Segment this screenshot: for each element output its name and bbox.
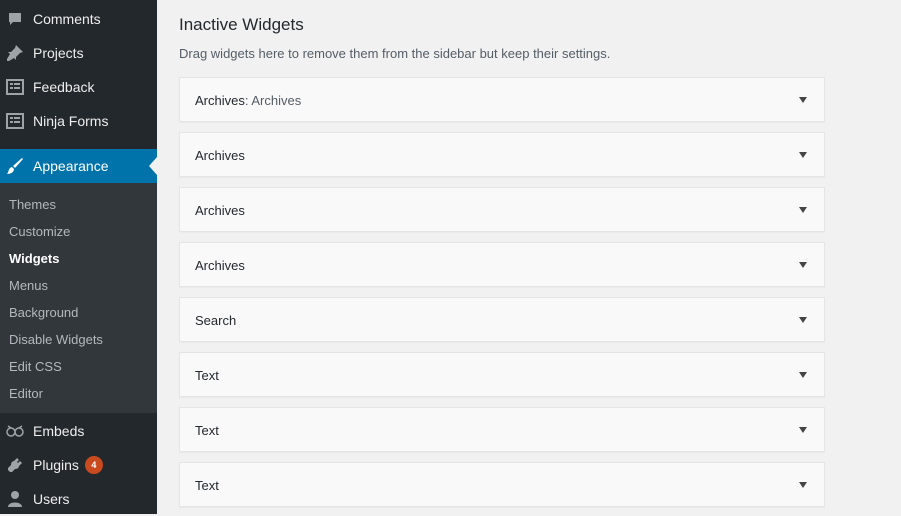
widget-item[interactable]: Archives [179, 242, 825, 287]
menu-item-label: Projects [33, 45, 84, 61]
plugins-update-count-badge: 4 [84, 456, 103, 474]
form-list-icon [5, 111, 25, 131]
user-icon [5, 489, 25, 509]
menu-item-label: Embeds [33, 423, 85, 439]
appearance-submenu: Themes Customize Widgets Menus Backgroun… [0, 183, 157, 413]
widget-toggle-arrow-icon[interactable] [799, 427, 807, 433]
widget-toggle-arrow-icon[interactable] [799, 152, 807, 158]
form-list-icon [5, 77, 25, 97]
widget-item[interactable]: Search [179, 297, 825, 342]
widget-item[interactable]: Text [179, 407, 825, 452]
menu-item-label: Appearance [33, 158, 109, 174]
menu-item-users[interactable]: Users [0, 482, 157, 516]
menu-item-label: Plugins [33, 457, 79, 473]
widget-toggle-arrow-icon[interactable] [799, 482, 807, 488]
widget-item[interactable]: Text [179, 352, 825, 397]
widget-toggle-arrow-icon[interactable] [799, 97, 807, 103]
widget-toggle-arrow-icon[interactable] [799, 372, 807, 378]
menu-item-appearance[interactable]: Appearance [0, 149, 157, 183]
widget-title: Archives [195, 258, 245, 273]
widget-toggle-arrow-icon[interactable] [799, 207, 807, 213]
widget-title: Text [195, 423, 219, 438]
submenu-item-widgets[interactable]: Widgets [9, 251, 59, 266]
menu-item-label: Feedback [33, 79, 95, 95]
comment-bubble-icon [5, 9, 25, 29]
menu-item-ninja-forms[interactable]: Ninja Forms [0, 104, 157, 138]
widget-title: Archives [195, 148, 245, 163]
menu-item-projects[interactable]: Projects [0, 36, 157, 70]
submenu-item-edit-css[interactable]: Edit CSS [9, 359, 62, 374]
submenu-item-disable-widgets[interactable]: Disable Widgets [9, 332, 103, 347]
menu-item-label: Comments [33, 11, 101, 27]
widget-title: Text [195, 478, 219, 493]
menu-item-feedback[interactable]: Feedback [0, 70, 157, 104]
widget-title: Search [195, 313, 237, 328]
widget-item[interactable]: Archives [179, 187, 825, 232]
menu-item-comments[interactable]: Comments [0, 2, 157, 36]
submenu-item-background[interactable]: Background [9, 305, 78, 320]
widget-item[interactable]: Text [179, 462, 825, 507]
inactive-widgets-title: Inactive Widgets [179, 15, 304, 34]
menu-item-label: Ninja Forms [33, 113, 109, 129]
widget-title: Archives [195, 203, 245, 218]
menu-item-plugins[interactable]: Plugins 4 [0, 448, 157, 482]
menu-item-label: Users [33, 491, 70, 507]
submenu-item-customize[interactable]: Customize [9, 224, 70, 239]
widget-toggle-arrow-icon[interactable] [799, 317, 807, 323]
widget-item[interactable]: Archives: Archives [179, 77, 825, 122]
submenu-item-menus[interactable]: Menus [9, 278, 48, 293]
widget-title: Archives: Archives [195, 93, 302, 108]
inactive-widgets-description: Drag widgets here to remove them from th… [179, 46, 611, 61]
embed-chain-icon [5, 421, 25, 441]
pushpin-icon [5, 43, 25, 63]
submenu-item-editor[interactable]: Editor [9, 386, 43, 401]
paintbrush-icon [5, 156, 25, 176]
widget-instance-title: : Archives [244, 93, 302, 108]
widget-item[interactable]: Archives [179, 132, 825, 177]
menu-item-embeds[interactable]: Embeds [0, 414, 157, 448]
widget-title: Text [195, 368, 219, 383]
widgets-main-area: Inactive Widgets Drag widgets here to re… [157, 0, 901, 514]
submenu-item-themes[interactable]: Themes [9, 197, 56, 212]
admin-sidebar: Comments Projects Feedback Ninja Forms A… [0, 0, 157, 514]
widget-toggle-arrow-icon[interactable] [799, 262, 807, 268]
plug-icon [5, 455, 25, 475]
